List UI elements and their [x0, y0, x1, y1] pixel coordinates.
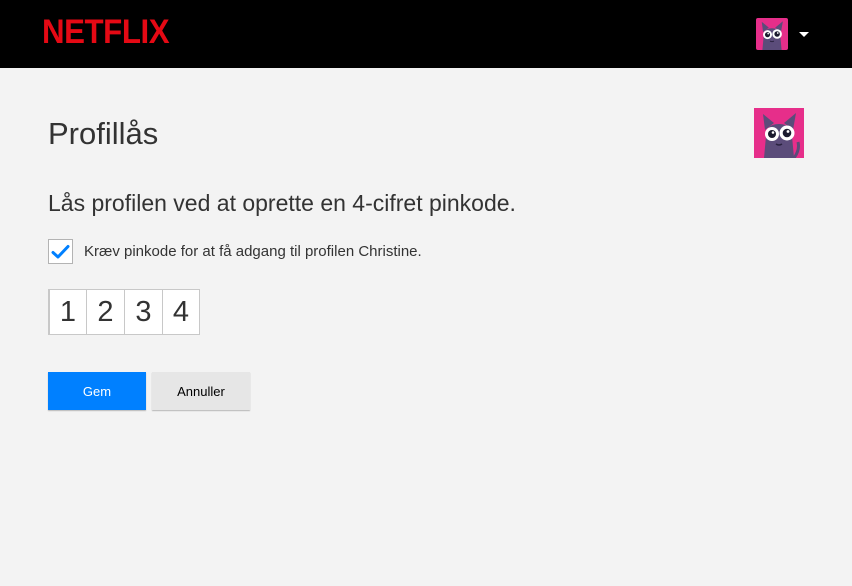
cancel-button[interactable]: Annuller: [152, 372, 250, 410]
page-title: Profillås: [48, 116, 159, 151]
caret-down-icon[interactable]: [799, 31, 809, 37]
cat-avatar-icon[interactable]: [756, 18, 788, 50]
cat-avatar-icon: [754, 108, 804, 158]
profile-menu[interactable]: [756, 18, 809, 50]
pin-digit-4[interactable]: 4: [162, 289, 200, 335]
top-header: NETFLIX: [0, 0, 852, 68]
pin-digit-3[interactable]: 3: [124, 289, 162, 335]
require-pin-checkbox[interactable]: [48, 239, 73, 264]
pin-digit-1[interactable]: 1: [48, 289, 86, 335]
profile-avatar: [754, 108, 804, 158]
save-button[interactable]: Gem: [48, 372, 146, 410]
pin-input-group: 1 2 3 4: [48, 289, 200, 335]
require-pin-row: Kræv pinkode for at få adgang til profil…: [48, 239, 422, 264]
require-pin-label: Kræv pinkode for at få adgang til profil…: [84, 243, 422, 260]
action-buttons: Gem Annuller: [48, 372, 250, 410]
netflix-logo[interactable]: NETFLIX: [42, 15, 170, 49]
checkmark-icon: [51, 244, 70, 258]
profile-lock-description: Lås profilen ved at oprette en 4-cifret …: [48, 190, 516, 216]
pin-digit-2[interactable]: 2: [86, 289, 124, 335]
